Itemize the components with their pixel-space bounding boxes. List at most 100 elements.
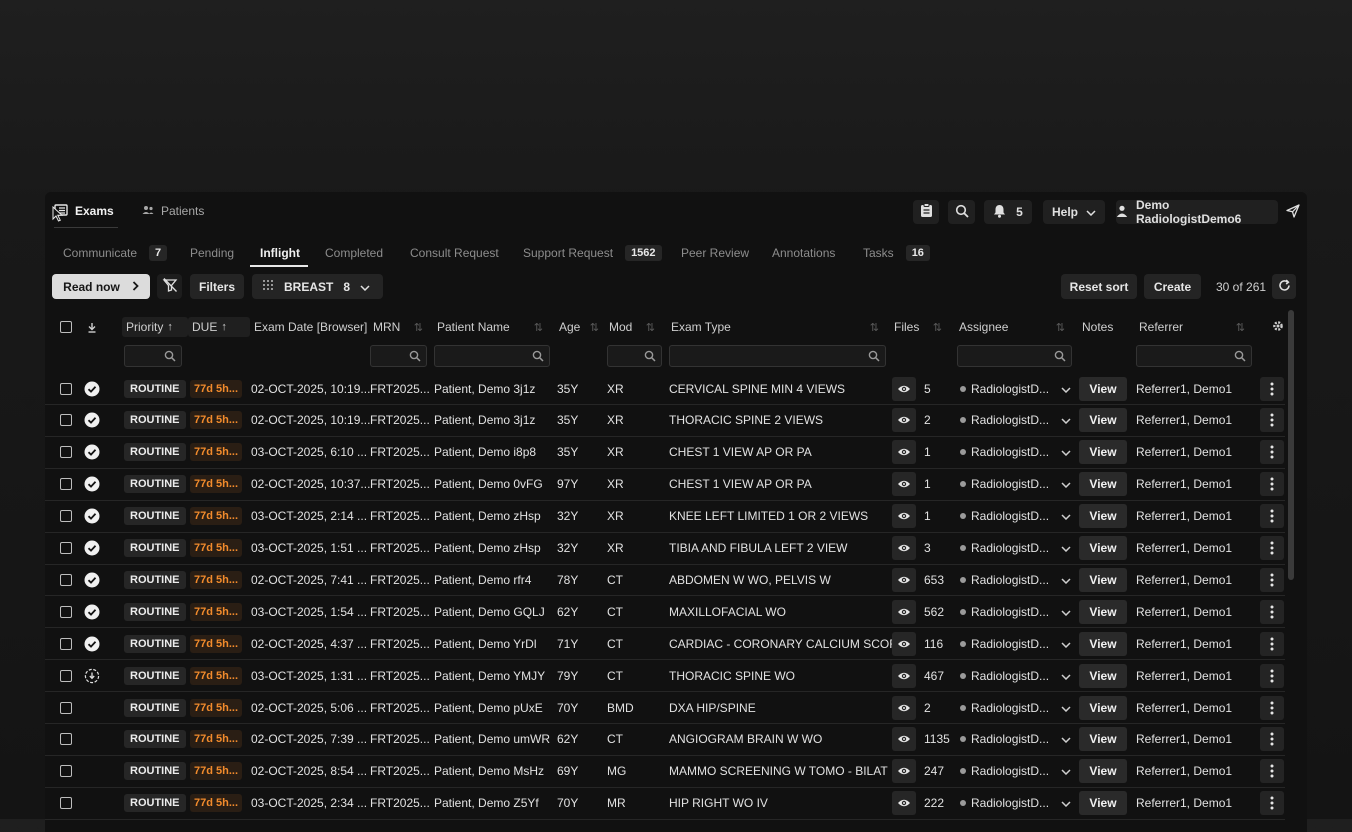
view-images-button[interactable] bbox=[892, 533, 916, 564]
assignee-select[interactable]: RadiologistD... bbox=[960, 756, 1071, 787]
tab-communicate[interactable]: Communicate 7 bbox=[63, 242, 168, 264]
nav-tab-patients[interactable]: Patients bbox=[142, 200, 204, 222]
tab-consult-request[interactable]: Consult Request bbox=[410, 242, 499, 264]
patient-name[interactable]: Patient, Demo umWR bbox=[434, 724, 550, 755]
assignee-select[interactable]: RadiologistD... bbox=[960, 405, 1071, 436]
patient-name[interactable]: Patient, Demo 3j1z bbox=[434, 373, 535, 404]
assignee-select[interactable]: RadiologistD... bbox=[960, 692, 1071, 723]
patient-name[interactable]: Patient, Demo zHsp bbox=[434, 501, 541, 532]
view-images-button[interactable] bbox=[892, 469, 916, 500]
filters-button[interactable]: Filters bbox=[190, 274, 244, 299]
view-images-button[interactable] bbox=[892, 405, 916, 436]
column-settings-button[interactable] bbox=[1272, 317, 1284, 337]
row-actions-menu[interactable] bbox=[1260, 724, 1284, 755]
column-due[interactable]: DUE ↑ bbox=[188, 317, 250, 337]
notes-view-button[interactable]: View bbox=[1079, 596, 1127, 627]
row-checkbox[interactable] bbox=[60, 756, 72, 787]
row-actions-menu[interactable] bbox=[1260, 533, 1284, 564]
mod-filter-input[interactable] bbox=[607, 345, 662, 367]
assignee-select[interactable]: RadiologistD... bbox=[960, 564, 1071, 595]
row-checkbox[interactable] bbox=[60, 788, 72, 819]
exam-type-filter-input[interactable] bbox=[669, 345, 886, 367]
table-row[interactable]: ROUTINE 77d 5h... 02-OCT-2025, 8:54 ... FRT… bbox=[45, 756, 1285, 788]
assignee-select[interactable]: RadiologistD... bbox=[960, 788, 1071, 819]
row-checkbox[interactable] bbox=[60, 628, 72, 659]
notes-view-button[interactable]: View bbox=[1079, 660, 1127, 691]
patient-name[interactable]: Patient, Demo MsHz bbox=[434, 756, 544, 787]
patient-name[interactable]: Patient, Demo 0vFG bbox=[434, 469, 543, 500]
assignee-select[interactable]: RadiologistD... bbox=[960, 628, 1071, 659]
patient-name[interactable]: Patient, Demo YrDl bbox=[434, 628, 537, 659]
tab-annotations[interactable]: Annotations bbox=[772, 242, 835, 264]
view-images-button[interactable] bbox=[892, 437, 916, 468]
row-checkbox[interactable] bbox=[60, 501, 72, 532]
notes-view-button[interactable]: View bbox=[1079, 405, 1127, 436]
table-row[interactable]: ROUTINE 77d 5h... 02-OCT-2025, 7:41 ... FRT… bbox=[45, 564, 1285, 597]
select-all-checkbox[interactable] bbox=[60, 317, 72, 337]
table-row[interactable]: ROUTINE 77d 5h... 02-OCT-2025, 4:37 ... FRT… bbox=[45, 628, 1285, 661]
tab-tasks[interactable]: Tasks 16 bbox=[863, 242, 930, 264]
download-column-icon[interactable] bbox=[87, 317, 97, 337]
patient-name[interactable]: Patient, Demo GQLJ bbox=[434, 596, 545, 627]
tab-support-request[interactable]: Support Request 1562 bbox=[523, 242, 662, 264]
view-images-button[interactable] bbox=[892, 660, 916, 691]
clipboard-button[interactable] bbox=[913, 200, 939, 224]
view-images-button[interactable] bbox=[892, 373, 916, 404]
tab-inflight[interactable]: Inflight bbox=[250, 242, 308, 267]
column-mrn[interactable]: MRN ⇅ bbox=[373, 317, 423, 337]
row-checkbox[interactable] bbox=[60, 405, 72, 436]
table-row[interactable]: ROUTINE 77d 5h... 03-OCT-2025, 6:10 ... FRT… bbox=[45, 437, 1285, 469]
row-actions-menu[interactable] bbox=[1260, 692, 1284, 723]
table-row[interactable]: ROUTINE 77d 5h... 03-OCT-2025, 1:54 ... FRT… bbox=[45, 596, 1285, 629]
row-actions-menu[interactable] bbox=[1260, 373, 1284, 404]
notes-view-button[interactable]: View bbox=[1079, 692, 1127, 723]
row-actions-menu[interactable] bbox=[1260, 437, 1284, 468]
patient-name[interactable]: Patient, Demo rfr4 bbox=[434, 564, 531, 595]
column-patient-name[interactable]: Patient Name ⇅ bbox=[437, 317, 543, 337]
assignee-select[interactable]: RadiologistD... bbox=[960, 501, 1071, 532]
row-actions-menu[interactable] bbox=[1260, 756, 1284, 787]
view-images-button[interactable] bbox=[892, 756, 916, 787]
view-images-button[interactable] bbox=[892, 501, 916, 532]
notes-view-button[interactable]: View bbox=[1079, 724, 1127, 755]
row-actions-menu[interactable] bbox=[1260, 628, 1284, 659]
row-checkbox[interactable] bbox=[60, 724, 72, 755]
help-dropdown[interactable]: Help bbox=[1043, 200, 1105, 224]
view-images-button[interactable] bbox=[892, 564, 916, 595]
table-row[interactable]: ROUTINE 77d 5h... 03-OCT-2025, 2:34 ... FRT… bbox=[45, 788, 1285, 820]
notes-view-button[interactable]: View bbox=[1079, 756, 1127, 787]
table-row[interactable]: ROUTINE 77d 5h... 02-OCT-2025, 5:06 ... FRT… bbox=[45, 692, 1285, 724]
column-referrer[interactable]: Referrer ⇅ bbox=[1139, 317, 1245, 337]
table-row[interactable]: ROUTINE 77d 5h... 02-OCT-2025, 7:39 ... FRT… bbox=[45, 724, 1285, 756]
table-row[interactable]: ROUTINE 77d 5h... 02-OCT-2025, 10:37... FRT… bbox=[45, 469, 1285, 501]
notes-view-button[interactable]: View bbox=[1079, 469, 1127, 500]
view-images-button[interactable] bbox=[892, 788, 916, 819]
create-button[interactable]: Create bbox=[1144, 274, 1201, 299]
notes-view-button[interactable]: View bbox=[1079, 628, 1127, 659]
column-priority[interactable]: Priority ↑ bbox=[122, 317, 188, 337]
column-mod[interactable]: Mod ⇅ bbox=[609, 317, 655, 337]
notes-view-button[interactable]: View bbox=[1079, 564, 1127, 595]
worklist-selector[interactable]: BREAST 8 bbox=[252, 274, 383, 299]
mrn-filter-input[interactable] bbox=[370, 345, 427, 367]
tab-peer-review[interactable]: Peer Review bbox=[681, 242, 749, 264]
view-images-button[interactable] bbox=[892, 628, 916, 659]
notes-view-button[interactable]: View bbox=[1079, 501, 1127, 532]
notes-view-button[interactable]: View bbox=[1079, 788, 1127, 819]
row-checkbox[interactable] bbox=[60, 373, 72, 404]
notes-view-button[interactable]: View bbox=[1079, 437, 1127, 468]
row-actions-menu[interactable] bbox=[1260, 596, 1284, 627]
tab-completed[interactable]: Completed bbox=[325, 242, 383, 264]
patient-name[interactable]: Patient, Demo 3j1z bbox=[434, 405, 535, 436]
row-checkbox[interactable] bbox=[60, 469, 72, 500]
row-checkbox[interactable] bbox=[60, 437, 72, 468]
tab-pending[interactable]: Pending bbox=[190, 242, 234, 264]
view-images-button[interactable] bbox=[892, 692, 916, 723]
patient-name[interactable]: Patient, Demo pUxE bbox=[434, 692, 543, 723]
user-menu[interactable]: Demo RadiologistDemo6 bbox=[1116, 198, 1278, 226]
table-scrollbar[interactable] bbox=[1288, 310, 1294, 580]
column-exam-type[interactable]: Exam Type ⇅ bbox=[671, 317, 879, 337]
refresh-button[interactable] bbox=[1272, 274, 1296, 299]
column-assignee[interactable]: Assignee ⇅ bbox=[959, 317, 1065, 337]
global-search-button[interactable] bbox=[948, 200, 975, 224]
